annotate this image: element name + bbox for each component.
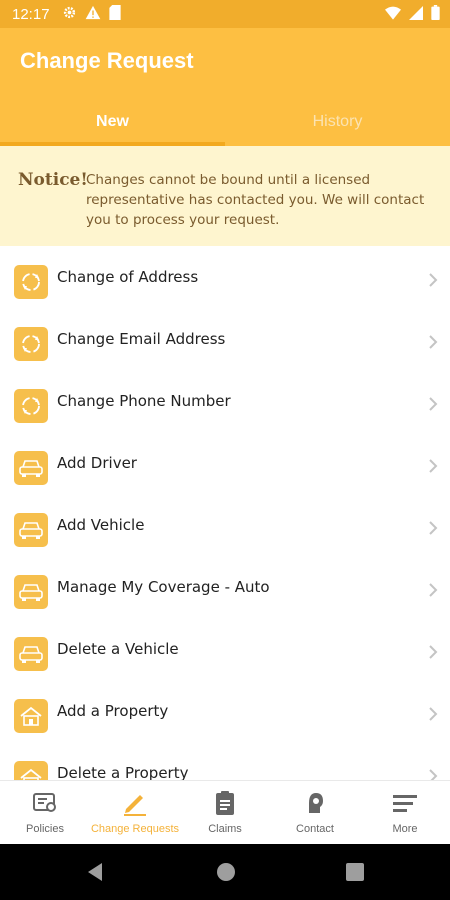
chevron-right-icon — [428, 458, 438, 478]
list-item-label: Change Email Address — [57, 330, 226, 348]
warning-icon — [85, 5, 101, 24]
nav-label: Change Requests — [90, 823, 180, 835]
signal-icon — [409, 5, 423, 24]
list-item-label: Delete a Property — [57, 764, 189, 780]
nav-change-requests[interactable]: Change Requests — [90, 781, 180, 845]
nav-label: Claims — [208, 823, 242, 835]
car-icon — [14, 637, 48, 671]
recents-icon[interactable] — [346, 863, 364, 885]
tab-bar: New History — [0, 104, 450, 146]
house-icon — [14, 699, 48, 733]
system-navigation-bar — [0, 844, 450, 900]
refresh-icon — [14, 389, 48, 423]
chevron-right-icon — [428, 272, 438, 292]
refresh-icon — [14, 265, 48, 299]
tab-new-label: New — [96, 113, 129, 130]
chevron-right-icon — [428, 582, 438, 602]
list-item-change-phone-number[interactable]: Change Phone Number — [0, 374, 450, 436]
list-item-label: Add a Property — [57, 702, 169, 720]
status-bar: 12:17 — [0, 0, 450, 28]
car-icon — [14, 513, 48, 547]
sim-card-icon — [108, 4, 121, 24]
notice-banner: Notice! Changes cannot be bound until a … — [0, 146, 450, 246]
list-item-delete-vehicle[interactable]: Delete a Vehicle — [0, 622, 450, 684]
page-title: Change Request — [20, 48, 194, 73]
bottom-navigation: Policies Change Requests Claims Contact … — [0, 780, 450, 845]
nav-claims[interactable]: Claims — [180, 781, 270, 845]
list-item-label: Add Driver — [57, 454, 137, 472]
list-item-label: Manage My Coverage - Auto — [57, 578, 270, 596]
menu-icon — [391, 789, 419, 817]
chevron-right-icon — [428, 334, 438, 354]
list-item-label: Delete a Vehicle — [57, 640, 179, 658]
house-icon — [14, 761, 48, 780]
nav-more[interactable]: More — [360, 781, 450, 845]
tab-history-label: History — [312, 113, 363, 130]
list-item-change-email-address[interactable]: Change Email Address — [0, 312, 450, 374]
list-item-change-of-address[interactable]: Change of Address — [0, 250, 450, 312]
back-icon[interactable] — [86, 862, 104, 886]
home-icon[interactable] — [216, 862, 236, 886]
app-bar: Change Request New History — [0, 28, 450, 146]
car-icon — [14, 451, 48, 485]
chevron-right-icon — [428, 768, 438, 780]
chevron-right-icon — [428, 520, 438, 540]
list-item-label: Change Phone Number — [57, 392, 231, 410]
pencil-icon — [121, 789, 149, 817]
list-item-delete-property[interactable]: Delete a Property — [0, 746, 450, 780]
tab-new[interactable]: New — [0, 104, 225, 146]
wifi-icon — [385, 5, 401, 24]
nav-label: Policies — [26, 823, 64, 835]
list-item-add-driver[interactable]: Add Driver — [0, 436, 450, 498]
list-item-manage-coverage-auto[interactable]: Manage My Coverage - Auto — [0, 560, 450, 622]
car-icon — [14, 575, 48, 609]
settings-icon — [62, 5, 77, 24]
clipboard-icon — [211, 789, 239, 817]
list-item-add-property[interactable]: Add a Property — [0, 684, 450, 746]
chevron-right-icon — [428, 644, 438, 664]
list-item-add-vehicle[interactable]: Add Vehicle — [0, 498, 450, 560]
policy-icon — [31, 789, 59, 817]
status-time: 12:17 — [12, 5, 50, 23]
nav-label: Contact — [296, 823, 334, 835]
refresh-icon — [14, 327, 48, 361]
notice-label: Notice! — [18, 170, 88, 190]
list-item-label: Change of Address — [57, 268, 199, 286]
chevron-right-icon — [428, 706, 438, 726]
tab-history[interactable]: History — [225, 104, 450, 146]
notice-text: Changes cannot be bound until a licensed… — [86, 172, 425, 228]
nav-policies[interactable]: Policies — [0, 781, 90, 845]
battery-icon — [431, 4, 440, 24]
change-request-list: Change of Address Change Email Address C… — [0, 250, 450, 780]
chevron-right-icon — [428, 396, 438, 416]
nav-contact[interactable]: Contact — [270, 781, 360, 845]
headset-icon — [301, 789, 329, 817]
nav-label: More — [392, 823, 418, 835]
list-item-label: Add Vehicle — [57, 516, 145, 534]
